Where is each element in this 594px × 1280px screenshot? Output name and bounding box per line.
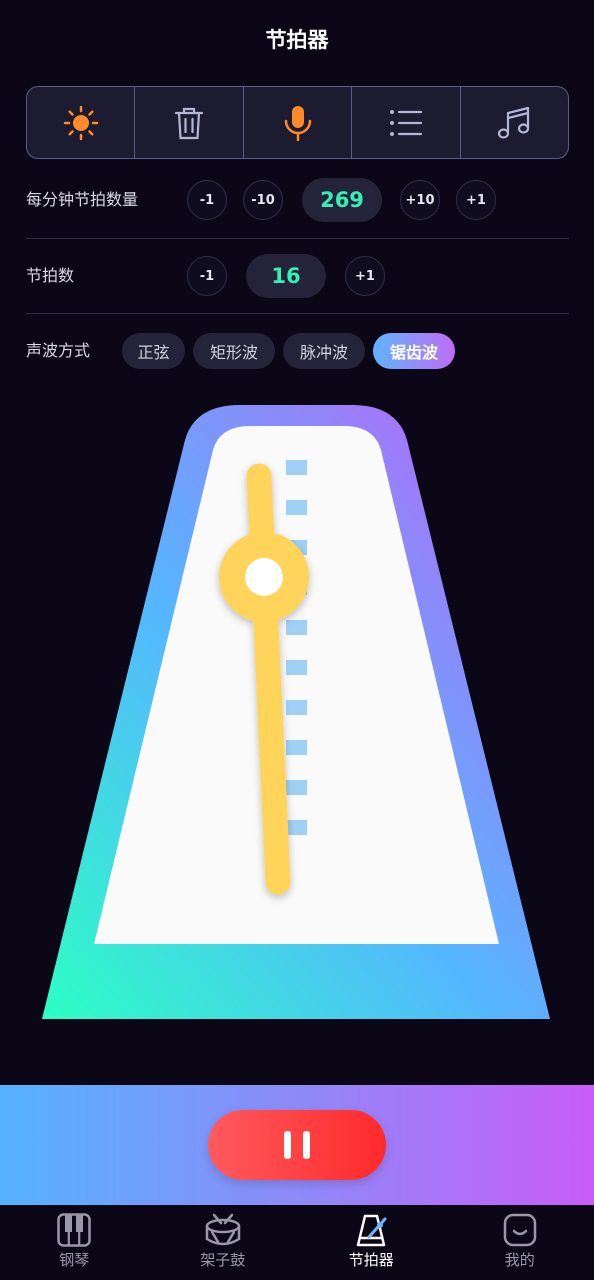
pause-icon (278, 1131, 316, 1159)
tab-drum[interactable]: 架子鼓 (149, 1205, 298, 1280)
tab-label: 我的 (504, 1251, 535, 1269)
page-title: 节拍器 (265, 28, 329, 52)
wave-option-pulse[interactable]: 脉冲波 (283, 333, 365, 369)
list-button[interactable] (352, 87, 461, 158)
list-icon (389, 109, 423, 136)
piano-icon (57, 1213, 91, 1247)
delete-button[interactable] (135, 87, 244, 158)
beats-plus1-button[interactable]: +1 (345, 256, 385, 296)
bpm-plus1-button[interactable]: +1 (456, 180, 496, 220)
beats-value: 16 (246, 254, 326, 298)
bpm-value: 269 (302, 178, 382, 222)
bpm-row: 每分钟节拍数量 -1 -10 269 +10 +1 (0, 178, 594, 254)
bpm-minus10-button[interactable]: -10 (243, 180, 283, 220)
metronome-icon (357, 1214, 387, 1247)
bpm-minus1-button[interactable]: -1 (187, 180, 227, 220)
music-note-icon (498, 106, 530, 139)
toolbar (26, 86, 569, 159)
bpm-label: 每分钟节拍数量 (26, 190, 139, 209)
tab-label: 钢琴 (59, 1251, 90, 1269)
wave-option-sawtooth[interactable]: 锯齿波 (373, 333, 455, 369)
tab-piano[interactable]: 钢琴 (0, 1205, 149, 1280)
bpm-plus10-button[interactable]: +10 (400, 180, 440, 220)
drum-icon (205, 1213, 240, 1246)
wave-option-sine[interactable]: 正弦 (122, 333, 185, 369)
divider (26, 238, 569, 239)
pause-button[interactable] (208, 1110, 386, 1180)
waveform-label: 声波方式 (26, 341, 91, 360)
beats-row: 节拍数 -1 16 +1 (0, 254, 594, 330)
tab-profile[interactable]: 我的 (446, 1205, 594, 1280)
tab-label: 节拍器 (348, 1251, 394, 1269)
microphone-icon (284, 105, 311, 141)
beats-label: 节拍数 (26, 266, 75, 285)
theme-button[interactable] (27, 87, 136, 158)
music-button[interactable] (461, 87, 568, 158)
tab-label: 架子鼓 (200, 1251, 246, 1269)
sun-icon (63, 105, 98, 140)
record-button[interactable] (244, 87, 353, 158)
tab-metronome[interactable]: 节拍器 (297, 1205, 446, 1280)
profile-icon (503, 1213, 536, 1247)
trash-icon (175, 107, 204, 139)
bottom-tab-bar: 钢琴 架子鼓 节拍器 我的 (0, 1205, 594, 1280)
beats-minus1-button[interactable]: -1 (187, 256, 227, 296)
divider (26, 313, 569, 314)
metronome-graphic (42, 405, 550, 1019)
wave-option-square[interactable]: 矩形波 (193, 333, 275, 369)
